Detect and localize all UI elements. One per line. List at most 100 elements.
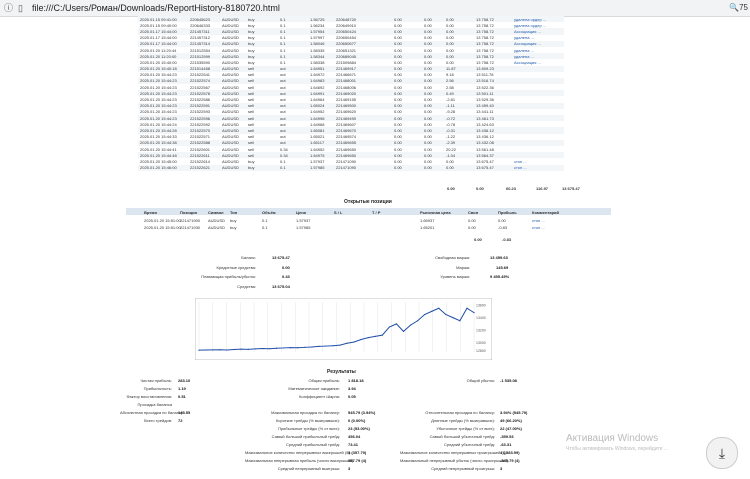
result-value: -545.79 (4) <box>500 458 520 463</box>
result-value: 3.94 <box>348 386 356 391</box>
data-point <box>402 330 405 332</box>
data-point <box>198 349 200 351</box>
windows-activation-subtitle: Чтобы активировать Windows, перейдите ..… <box>566 446 669 452</box>
result-label: Максимальный непрерывный убыток (число п… <box>400 458 510 463</box>
data-point <box>452 317 454 319</box>
result-value: 0.05 <box>348 394 356 399</box>
margin-label: Маржа: <box>456 265 470 270</box>
result-label: Средний убыточный трейд: <box>444 442 495 447</box>
data-point <box>466 307 468 309</box>
result-label: Математическое ожидание: <box>288 386 340 391</box>
data-point <box>473 312 475 314</box>
float-value: 0.43 <box>282 274 290 279</box>
table-cell: 0.00 <box>392 164 422 171</box>
result-label: Самый большой прибыльный трейд: <box>271 434 340 439</box>
table-cell: 221522621 <box>188 164 220 171</box>
data-point <box>409 324 412 326</box>
margin-value: 145.69 <box>496 265 509 270</box>
deal-total-cell: 0.00 <box>447 186 455 191</box>
table-cell: 2025.01.20 15:51:00 <box>144 218 181 223</box>
table-cell <box>296 164 308 171</box>
result-label: Всего трейдов: <box>144 418 172 423</box>
address-bar[interactable]: file:///C:/Users/Роман/Downloads/ReportH… <box>32 3 280 13</box>
open-positions-title: Открытые позиции <box>344 199 392 205</box>
table-cell: -0.83 <box>498 225 508 230</box>
result-label: Длинные трейды (% выигравших): <box>431 418 495 423</box>
zoom-indicator[interactable]: 🔍75 <box>729 3 748 12</box>
column-header: Символ <box>208 209 224 215</box>
data-point <box>445 313 447 316</box>
data-point <box>367 337 369 339</box>
data-point <box>205 349 207 351</box>
result-label: Прибыльные трейды (% от всех): <box>278 426 340 431</box>
open-positions-header: Время Позиция Символ Тип Объём Цена S / L T / P… <box>126 208 611 215</box>
column-header: Цена <box>296 209 306 215</box>
data-point <box>219 349 221 351</box>
data-point <box>268 348 271 350</box>
deal-total-cell: 60.23 <box>506 186 517 191</box>
data-point <box>318 345 320 347</box>
result-label: Общая прибыль: <box>308 378 340 383</box>
margin-level-value: 9 455.45% <box>490 274 510 279</box>
result-value: 1.19 <box>178 386 186 391</box>
deal-total-cell: 13 675.47 <box>562 186 580 191</box>
y-tick-label: 13000 <box>476 341 486 345</box>
data-point <box>438 307 440 309</box>
result-value: 73.41 <box>348 442 359 447</box>
credit-label: Кредитные средства: <box>216 265 256 270</box>
data-point <box>283 347 285 349</box>
download-arrow-icon[interactable]: ⤓ <box>706 437 738 469</box>
data-point <box>297 347 299 349</box>
table-cell: стоп ... <box>532 225 545 230</box>
free-margin-label: Свободная маржа: <box>435 255 470 260</box>
table-cell: 1.65201 <box>420 225 435 230</box>
data-point <box>254 348 257 350</box>
column-header: Комментарий <box>532 209 559 215</box>
data-point <box>346 342 348 344</box>
table-cell: 1.57937 <box>296 218 311 223</box>
y-tick-label: 13200 <box>476 329 486 333</box>
table-cell <box>266 164 278 171</box>
data-point <box>395 323 398 325</box>
data-point <box>226 349 228 351</box>
windows-activation-title: Активация Windows <box>566 433 659 444</box>
data-point <box>325 345 327 347</box>
result-value: 49 (66.20%) <box>500 418 522 423</box>
table-cell: стоп ... <box>512 164 564 171</box>
data-point <box>431 310 433 312</box>
data-point <box>360 338 362 341</box>
data-point <box>261 347 264 350</box>
table-cell: стоп ... <box>532 218 545 223</box>
info-icon[interactable]: ⓘ <box>4 3 14 13</box>
result-value: 72 <box>178 418 183 423</box>
data-point <box>212 349 214 351</box>
table-cell: AUDUSD <box>208 218 225 223</box>
table-cell: 1.57985 <box>296 225 311 230</box>
table-cell <box>380 164 392 171</box>
result-value: 1 818.18 <box>348 378 364 383</box>
result-value: 0.51 <box>178 394 186 399</box>
result-label: Прибыльность: <box>143 386 172 391</box>
column-header: Тип <box>230 209 238 215</box>
data-point <box>304 346 306 348</box>
result-value: 3 <box>500 466 503 471</box>
result-label: Убыточные трейды (% от всех): <box>436 426 495 431</box>
data-point <box>374 335 376 337</box>
result-value: 3.94% (545.79) <box>500 410 528 415</box>
result-value: -63.31 <box>500 442 512 447</box>
table-cell: 0.00 <box>468 218 476 223</box>
result-value: 145.55 <box>178 410 191 415</box>
column-header: Объём <box>262 209 276 215</box>
margin-level-label: Уровень маржи: <box>440 274 470 279</box>
table-cell: 0.00 <box>468 225 476 230</box>
data-point <box>240 348 242 350</box>
data-point <box>275 347 278 349</box>
data-point <box>290 347 292 349</box>
equity-label: Средства: <box>237 284 256 289</box>
balance-label: Баланс: <box>241 255 256 260</box>
data-point <box>247 348 249 350</box>
result-value: 4 (-583.99) <box>500 450 520 455</box>
result-label: Чистая прибыль: <box>140 378 172 383</box>
result-value: 22 (47.00%) <box>500 426 522 431</box>
column-header: Прибыль <box>498 209 517 215</box>
